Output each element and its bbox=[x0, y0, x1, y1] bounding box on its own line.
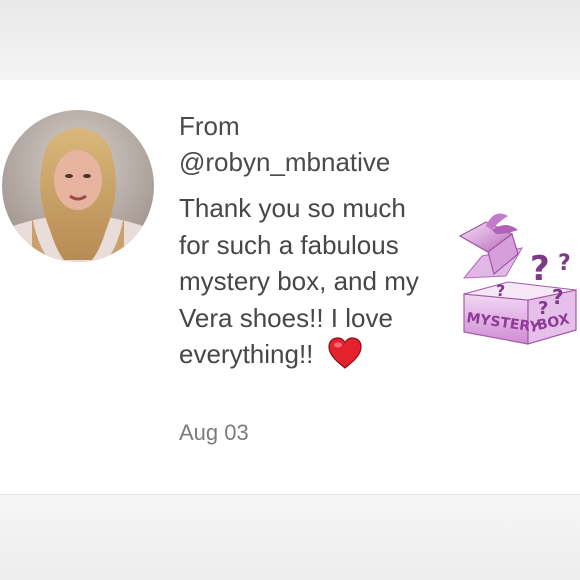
review-message: Thank you so much for such a fabulous my… bbox=[179, 190, 429, 373]
avatar-photo bbox=[2, 110, 154, 262]
from-label: From bbox=[179, 111, 240, 141]
top-background bbox=[0, 0, 580, 80]
mystery-box-image[interactable]: ? ? ? ? ? MYSTERY BOX bbox=[452, 204, 580, 354]
bottom-background bbox=[0, 495, 580, 580]
avatar[interactable] bbox=[2, 110, 154, 262]
reviewer-header: From @robyn_mbnative bbox=[179, 110, 390, 178]
svg-text:?: ? bbox=[558, 251, 571, 276]
review-card: From @robyn_mbnative Thank you so much f… bbox=[0, 80, 580, 495]
screenshot-canvas: From @robyn_mbnative Thank you so much f… bbox=[0, 0, 580, 580]
mystery-box-icon: ? ? ? ? ? MYSTERY BOX bbox=[458, 213, 577, 345]
heart-icon bbox=[327, 336, 363, 370]
reviewer-handle-link[interactable]: @robyn_mbnative bbox=[179, 146, 390, 178]
svg-text:?: ? bbox=[530, 249, 550, 289]
review-text: Thank you so much for such a fabulous my… bbox=[179, 193, 419, 369]
svg-text:?: ? bbox=[552, 285, 564, 309]
review-date: Aug 03 bbox=[179, 420, 249, 445]
svg-text:?: ? bbox=[496, 281, 505, 300]
